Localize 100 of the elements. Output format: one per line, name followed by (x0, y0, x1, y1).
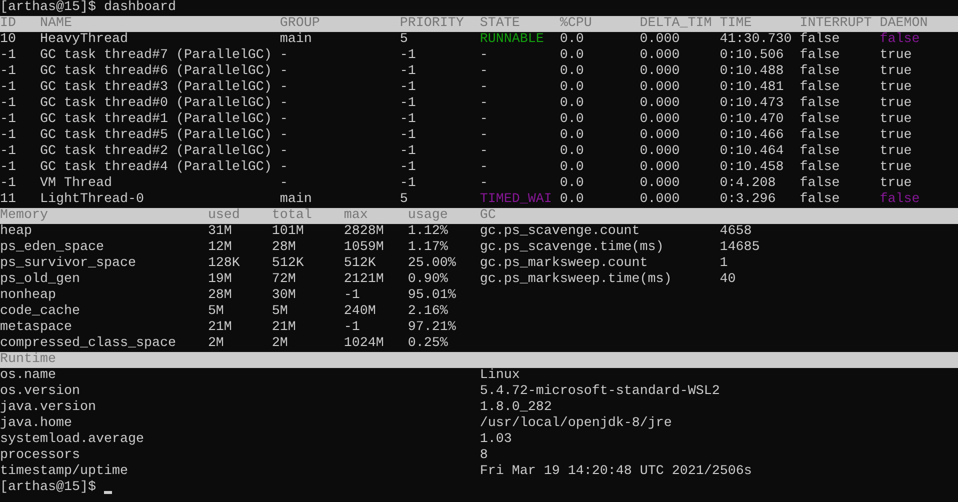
table-cell: 1.8.0_282 (480, 400, 552, 416)
table-cell: 2M (208, 336, 224, 352)
table-cell: 0.90% (408, 272, 448, 288)
table-cell: - (280, 48, 288, 64)
table-cell: 0.0 (560, 32, 584, 48)
table-cell: 1024M (344, 336, 384, 352)
table-cell: gc.ps_scavenge.time(ms) (480, 240, 664, 256)
table-cell: 0.000 (640, 160, 680, 176)
section-title: Runtime (0, 352, 56, 368)
table-cell: GC task thread#5 (ParallelGC) (40, 128, 272, 144)
table-cell: 0.0 (560, 192, 584, 208)
table-cell: false (800, 176, 840, 192)
table-cell: 0.0 (560, 80, 584, 96)
table-cell: - (280, 96, 288, 112)
table-cell: -1 (0, 160, 16, 176)
table-cell: 12M (208, 240, 232, 256)
table-cell: true (880, 176, 912, 192)
table-cell: 0.0 (560, 128, 584, 144)
table-cell: - (280, 176, 288, 192)
table-cell: VM Thread (40, 176, 112, 192)
table-cell: 4658 (720, 224, 752, 240)
table-cell: gc.ps_scavenge.count (480, 224, 640, 240)
table-cell: 5M (208, 304, 224, 320)
table-cell: 14685 (720, 240, 760, 256)
column-header: PRIORITY (400, 16, 464, 32)
table-cell: 0:10.466 (720, 128, 784, 144)
table-cell: TIMED_WAI (480, 192, 552, 208)
table-cell: true (880, 64, 912, 80)
table-cell: 0:10.458 (720, 160, 784, 176)
table-cell: systemload.average (0, 432, 144, 448)
table-cell: true (880, 96, 912, 112)
table-cell: -1 (400, 128, 416, 144)
table-cell: - (480, 96, 488, 112)
table-cell: true (880, 112, 912, 128)
table-cell: - (480, 80, 488, 96)
column-header: NAME (40, 16, 72, 32)
table-cell: -1 (400, 48, 416, 64)
table-cell: LightThread-0 (40, 192, 144, 208)
table-cell: GC task thread#2 (ParallelGC) (40, 144, 272, 160)
table-cell: 0:3.296 (720, 192, 776, 208)
table-cell: 0:10.473 (720, 96, 784, 112)
table-cell: true (880, 160, 912, 176)
table-cell: GC task thread#4 (ParallelGC) (40, 160, 272, 176)
table-cell: 5M (272, 304, 288, 320)
table-cell: false (800, 192, 840, 208)
table-cell: 21M (208, 320, 232, 336)
table-cell: -1 (0, 128, 16, 144)
table-cell: false (800, 160, 840, 176)
table-cell: - (280, 64, 288, 80)
table-cell: - (280, 112, 288, 128)
command-prompt: [arthas@15]$ (0, 480, 96, 496)
table-cell: Fri Mar 19 14:20:48 UTC 2021/2506s (480, 464, 752, 480)
table-cell: 512K (272, 256, 304, 272)
table-cell: 0.000 (640, 96, 680, 112)
table-cell: Linux (480, 368, 520, 384)
table-cell: 41:30.730 (720, 32, 792, 48)
table-cell: -1 (400, 96, 416, 112)
table-cell: 128K (208, 256, 240, 272)
column-header: max (344, 208, 368, 224)
table-cell: 0:4.208 (720, 176, 776, 192)
table-cell: - (480, 144, 488, 160)
table-cell: 72M (272, 272, 296, 288)
table-cell: RUNNABLE (480, 32, 544, 48)
table-cell: false (800, 32, 840, 48)
table-cell: 0.000 (640, 176, 680, 192)
table-cell: -1 (0, 176, 16, 192)
table-cell: 1.12% (408, 224, 448, 240)
table-cell: 0.0 (560, 48, 584, 64)
table-cell: processors (0, 448, 80, 464)
table-cell: 25.00% (408, 256, 456, 272)
table-cell: 2M (272, 336, 288, 352)
table-cell: os.name (0, 368, 56, 384)
table-cell: - (480, 176, 488, 192)
column-header: Memory (0, 208, 48, 224)
column-header: INTERRUPT (800, 16, 872, 32)
table-cell: 0.000 (640, 64, 680, 80)
cursor (104, 491, 112, 494)
table-cell: gc.ps_marksweep.time(ms) (480, 272, 672, 288)
table-cell: - (280, 80, 288, 96)
table-cell: code_cache (0, 304, 80, 320)
table-cell: 0:10.464 (720, 144, 784, 160)
table-cell: false (800, 144, 840, 160)
table-cell: ps_old_gen (0, 272, 80, 288)
column-header: STATE (480, 16, 520, 32)
table-cell: ps_survivor_space (0, 256, 136, 272)
table-cell: - (480, 64, 488, 80)
table-cell: false (800, 64, 840, 80)
table-cell: 0.000 (640, 32, 680, 48)
table-cell: 0:10.470 (720, 112, 784, 128)
table-cell: 0.000 (640, 80, 680, 96)
table-cell: GC task thread#6 (ParallelGC) (40, 64, 272, 80)
table-cell: -1 (400, 176, 416, 192)
table-cell: 21M (272, 320, 296, 336)
table-cell: true (880, 144, 912, 160)
table-cell: 0.0 (560, 64, 584, 80)
table-cell: false (800, 80, 840, 96)
table-cell: heap (0, 224, 32, 240)
table-cell: - (280, 128, 288, 144)
table-cell: -1 (344, 320, 360, 336)
table-cell: nonheap (0, 288, 56, 304)
